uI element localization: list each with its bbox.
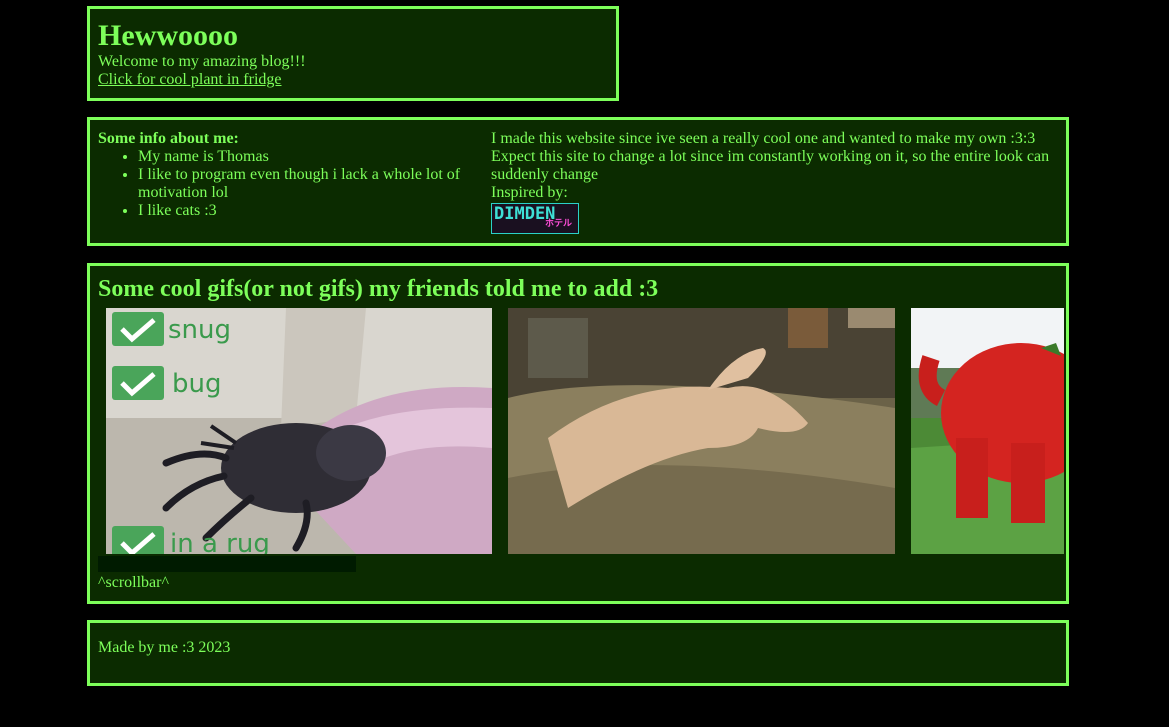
footer-panel: Made by me :3 2023 <box>87 620 1069 686</box>
list-item: I like to program even though i lack a w… <box>138 166 491 202</box>
gifs-panel: Some cool gifs(or not gifs) my friends t… <box>87 263 1069 604</box>
badge-subtitle: ホテル <box>544 219 572 229</box>
about-me-section: Some info about me: My name is Thomas I … <box>98 130 491 233</box>
site-info-section: I made this website since ive seen a rea… <box>491 130 1058 234</box>
inspired-by-label: Inspired by: <box>491 184 568 201</box>
bug-label: bug <box>172 369 222 399</box>
dimden-badge-button[interactable]: DIMDEN ホテル <box>491 203 579 234</box>
about-me-heading: Some info about me: <box>98 130 239 147</box>
footer-text: Made by me :3 2023 <box>98 639 231 656</box>
gifs-heading: Some cool gifs(or not gifs) my friends t… <box>98 276 659 302</box>
snug-bug-image: snug bug in a rug <box>106 308 492 554</box>
hand-photo-image <box>508 308 895 554</box>
welcome-text: Welcome to my amazing blog!!! <box>98 53 306 70</box>
info-panel: Some info about me: My name is Thomas I … <box>87 117 1069 246</box>
snug-label: snug <box>168 315 231 345</box>
site-info-text-1: I made this website since ive seen a rea… <box>491 130 1036 147</box>
plant-in-fridge-link[interactable]: Click for cool plant in fridge <box>98 71 608 89</box>
list-item: My name is Thomas <box>138 148 491 166</box>
list-item: I like cats :3 <box>138 202 491 220</box>
in-a-rug-label: in a rug <box>170 529 270 554</box>
header-panel: Hewwoooo Welcome to my amazing blog!!! C… <box>87 6 619 101</box>
page-title: Hewwoooo <box>98 19 238 52</box>
gallery-scrollbar[interactable] <box>98 556 356 572</box>
gif-gallery[interactable]: snug bug in a rug <box>106 308 1064 554</box>
about-me-list: My name is Thomas I like to program even… <box>98 148 491 220</box>
site-info-text-2: Expect this site to change a lot since i… <box>491 148 1050 183</box>
strawberry-elephant-image <box>911 308 1064 554</box>
scrollbar-note: ^scrollbar^ <box>98 574 169 591</box>
